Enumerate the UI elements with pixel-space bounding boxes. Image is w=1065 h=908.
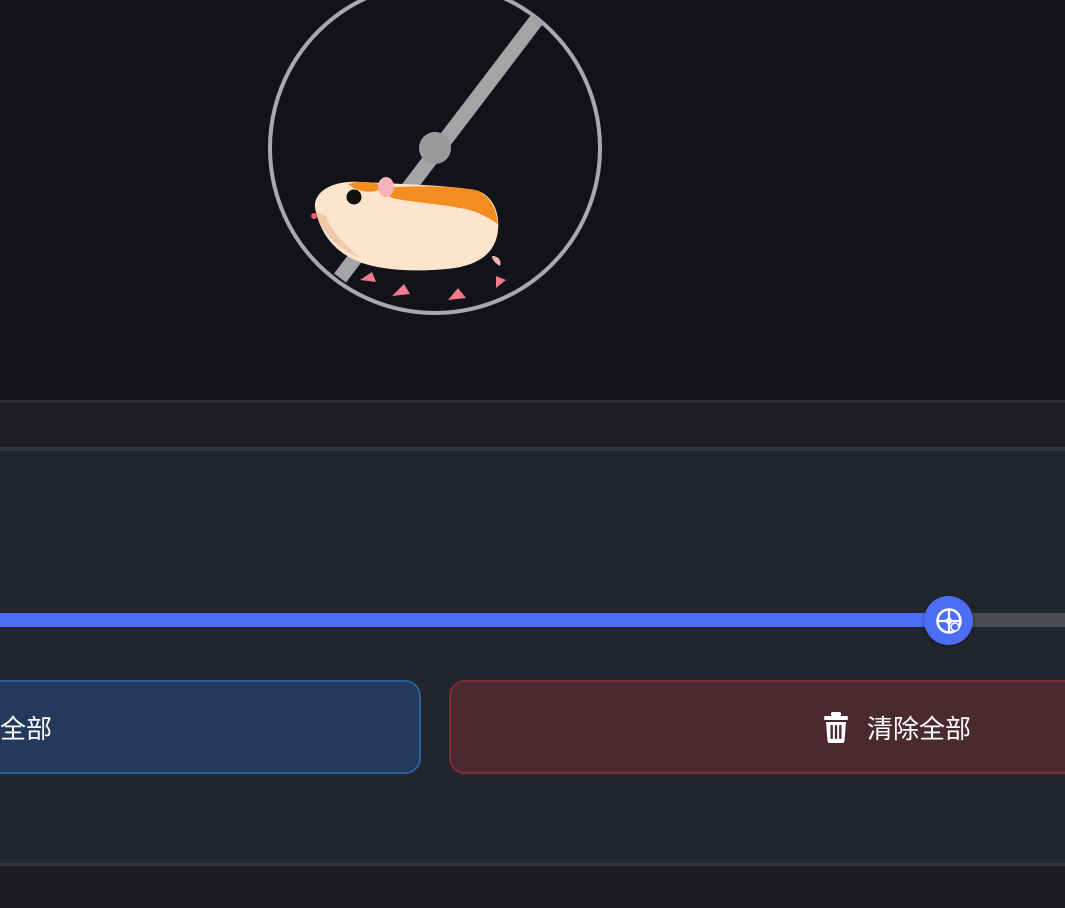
select-all-label: 全部 xyxy=(0,714,53,745)
footer-bar xyxy=(0,866,1065,908)
hamster-stage xyxy=(0,0,1065,400)
hamster-wheel-icon xyxy=(268,0,602,315)
toolbar-strip xyxy=(0,403,1065,447)
slider-thumb[interactable] xyxy=(924,596,974,645)
select-all-button[interactable]: 全部 xyxy=(0,680,421,774)
control-panel xyxy=(0,447,1065,866)
clear-all-button[interactable]: 清除全部 xyxy=(449,680,1065,774)
clear-all-label: 清除全部 xyxy=(867,714,972,745)
slider-fill xyxy=(0,613,949,627)
trash-icon xyxy=(821,711,851,743)
wheel-icon xyxy=(936,607,962,634)
progress-slider[interactable] xyxy=(0,596,1065,646)
